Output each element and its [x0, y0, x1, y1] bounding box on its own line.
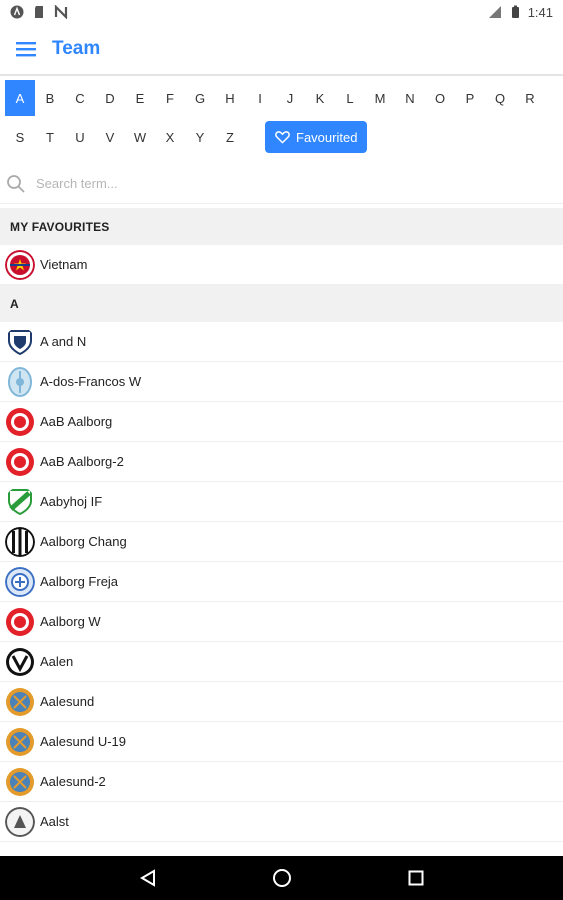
team-row[interactable]: A-dos-Francos W [0, 362, 563, 402]
status-time: 1:41 [527, 4, 553, 20]
page-title: Team [52, 38, 101, 59]
team-name: Aabyhoj IF [40, 494, 103, 509]
section-header-a: A [0, 285, 563, 322]
status-right: 1:41 [488, 5, 553, 20]
team-name: Aalborg W [40, 614, 101, 629]
letter-w[interactable]: W [125, 119, 155, 155]
letter-p[interactable]: P [455, 80, 485, 116]
app-bar: Team [0, 24, 563, 76]
recents-button[interactable] [394, 856, 438, 900]
team-row[interactable]: Aabyhoj IF [0, 482, 563, 522]
favourited-button[interactable]: Favourited [265, 121, 368, 153]
search-icon [7, 174, 25, 193]
letter-r[interactable]: R [515, 80, 545, 116]
recents-icon [408, 870, 423, 886]
letter-x[interactable]: X [155, 119, 185, 155]
aalesund-crest-icon [6, 727, 34, 756]
letter-c[interactable]: C [65, 80, 95, 116]
letter-v[interactable]: V [95, 119, 125, 155]
team-name: Aalesund [40, 694, 95, 709]
team-row[interactable]: Aalborg W [0, 602, 563, 642]
letter-f[interactable]: F [155, 80, 185, 116]
alphabet-row-1: A B C D E F G H I J K L M N O P Q R [5, 80, 558, 116]
letter-d[interactable]: D [95, 80, 125, 116]
status-left-icons [10, 5, 68, 19]
n-icon [54, 5, 68, 19]
team-row[interactable]: AaB Aalborg [0, 402, 563, 442]
aalborg-freja-crest-icon [5, 566, 35, 597]
letter-o[interactable]: O [425, 80, 455, 116]
a-dos-francos-crest-icon [8, 366, 32, 397]
back-button[interactable] [126, 856, 170, 900]
signal-icon [488, 6, 501, 18]
team-name: Aalesund-2 [40, 774, 106, 789]
aabyhoj-crest-icon [8, 488, 32, 515]
team-name: Aalborg Chang [40, 534, 127, 549]
letter-h[interactable]: H [215, 80, 245, 116]
letter-s[interactable]: S [5, 119, 35, 155]
letter-y[interactable]: Y [185, 119, 215, 155]
letter-n[interactable]: N [395, 80, 425, 116]
team-row[interactable]: AaB Aalborg-2 [0, 442, 563, 482]
team-list: MY FAVOURITES Vietnam A A and N A-dos-Fr… [0, 208, 563, 842]
letter-u[interactable]: U [65, 119, 95, 155]
aalborg-chang-crest-icon [5, 526, 35, 557]
aab-crest-icon [6, 607, 34, 636]
letter-k[interactable]: K [305, 80, 335, 116]
battery-icon [511, 5, 519, 18]
search-bar [0, 164, 563, 204]
letter-i[interactable]: I [245, 80, 275, 116]
back-icon [139, 869, 155, 887]
letter-b[interactable]: B [35, 80, 65, 116]
aalesund-crest-icon [6, 687, 34, 716]
a-and-n-crest-icon [8, 329, 32, 355]
android-icon [10, 5, 24, 19]
aalesund-crest-icon [6, 767, 34, 796]
system-nav-bar [0, 856, 563, 900]
team-row[interactable]: Aalborg Freja [0, 562, 563, 602]
team-name: Aalesund U-19 [40, 734, 126, 749]
search-input[interactable] [36, 176, 516, 191]
home-icon [272, 869, 291, 887]
team-name: A and N [40, 334, 87, 349]
aalen-crest-icon [6, 647, 34, 676]
status-bar: 1:41 [0, 0, 563, 24]
team-row[interactable]: Vietnam [0, 245, 563, 285]
vietnam-crest-icon [5, 249, 35, 280]
team-name: A-dos-Francos W [40, 374, 142, 389]
team-name: Aalst [40, 814, 69, 829]
letter-t[interactable]: T [35, 119, 65, 155]
team-name: Vietnam [40, 257, 88, 272]
team-row[interactable]: A and N [0, 322, 563, 362]
team-row[interactable]: Aalborg Chang [0, 522, 563, 562]
home-button[interactable] [260, 856, 304, 900]
menu-button[interactable] [0, 23, 52, 75]
team-row[interactable]: Aalen [0, 642, 563, 682]
team-row[interactable]: Aalesund U-19 [0, 722, 563, 762]
team-name: Aalen [40, 654, 74, 669]
alphabet-row-2: S T U V W X Y Z Favourited [5, 119, 558, 155]
team-row[interactable]: Aalst [0, 802, 563, 842]
aab-crest-icon [6, 447, 34, 476]
aab-crest-icon [6, 407, 34, 436]
team-name: AaB Aalborg-2 [40, 454, 124, 469]
letter-m[interactable]: M [365, 80, 395, 116]
letter-e[interactable]: E [125, 80, 155, 116]
letter-l[interactable]: L [335, 80, 365, 116]
team-row[interactable]: Aalesund-2 [0, 762, 563, 802]
letter-q[interactable]: Q [485, 80, 515, 116]
section-header-favourites: MY FAVOURITES [0, 208, 563, 245]
aalst-crest-icon [5, 806, 35, 837]
hamburger-menu-icon [16, 42, 36, 57]
letter-a[interactable]: A [5, 80, 35, 116]
heart-icon [275, 131, 290, 144]
team-name: Aalborg Freja [40, 574, 119, 589]
team-row[interactable]: Aalesund [0, 682, 563, 722]
letter-g[interactable]: G [185, 80, 215, 116]
letter-j[interactable]: J [275, 80, 305, 116]
sd-card-icon [35, 6, 43, 18]
letter-z[interactable]: Z [215, 119, 245, 155]
team-name: AaB Aalborg [40, 414, 113, 429]
favourited-label: Favourited [296, 129, 358, 145]
